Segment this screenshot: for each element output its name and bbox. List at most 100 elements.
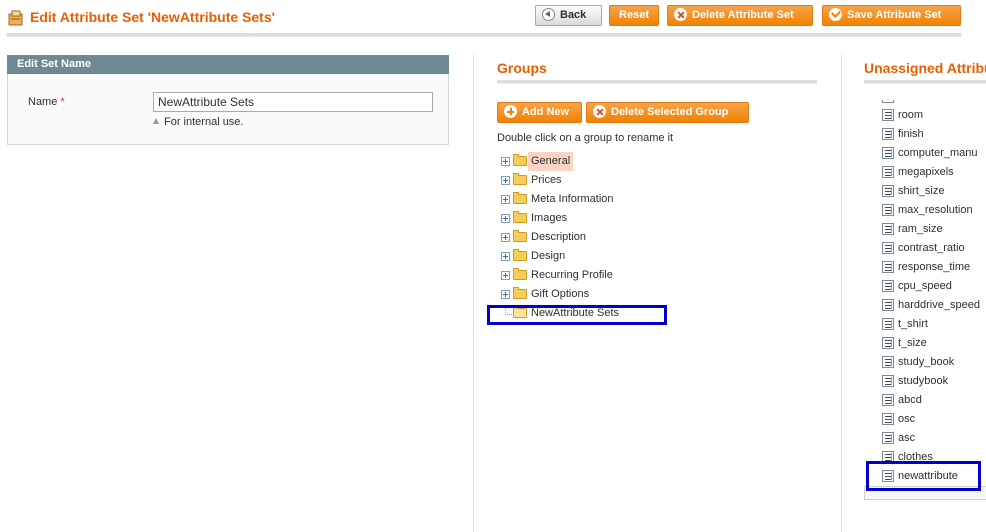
expand-icon[interactable] xyxy=(501,252,510,261)
attribute-set-icon xyxy=(8,10,24,26)
folder-icon xyxy=(513,268,527,280)
save-attribute-set-button[interactable]: Save Attribute Set xyxy=(822,5,961,26)
attribute-icon xyxy=(882,147,894,159)
attribute-item[interactable]: asc xyxy=(880,429,986,448)
highlight-box-new-group xyxy=(487,305,667,325)
attribute-item[interactable]: study_book xyxy=(880,353,986,372)
folder-icon xyxy=(513,192,527,204)
delete-selected-group-button[interactable]: Delete Selected Group xyxy=(586,102,749,123)
tree-node-label: Gift Options xyxy=(531,288,590,300)
expand-icon[interactable] xyxy=(501,214,510,223)
attribute-label: t_size xyxy=(898,337,927,349)
attribute-icon xyxy=(882,223,894,235)
attribute-label: cpu_speed xyxy=(898,280,952,292)
folder-icon xyxy=(513,173,527,185)
attribute-item[interactable]: megapixels xyxy=(880,163,986,182)
attribute-item[interactable]: cpu_speed xyxy=(880,277,986,296)
attribute-icon xyxy=(882,432,894,444)
tree-node-label: Meta Information xyxy=(531,193,614,205)
expand-icon[interactable] xyxy=(501,157,510,166)
delete-attribute-set-button[interactable]: Delete Attribute Set xyxy=(667,5,813,26)
save-button-label: Save Attribute Set xyxy=(847,9,942,21)
attribute-icon xyxy=(882,280,894,292)
attribute-item[interactable]: ram_size xyxy=(880,220,986,239)
attribute-label: osc xyxy=(898,413,916,425)
groups-hint: Double click on a group to rename it xyxy=(497,132,674,144)
folder-icon xyxy=(513,249,527,261)
attribute-item[interactable]: shirt_size xyxy=(880,182,986,201)
attribute-label: response_time xyxy=(898,261,971,273)
attribute-icon xyxy=(882,413,894,425)
attribute-icon xyxy=(882,394,894,406)
highlight-box-new-attribute xyxy=(866,461,981,491)
folder-icon xyxy=(513,211,527,223)
tree-node-label: Design xyxy=(531,250,566,262)
attribute-icon xyxy=(882,356,894,368)
attribute-label: harddrive_speed xyxy=(898,299,980,311)
attribute-item[interactable]: harddrive_speed xyxy=(880,296,986,315)
clipped-attribute-icon xyxy=(882,100,894,103)
attribute-icon xyxy=(882,166,894,178)
column-divider-left xyxy=(473,55,474,532)
reset-button[interactable]: Reset xyxy=(609,5,659,26)
attribute-item[interactable]: finish xyxy=(880,125,986,144)
delete-group-icon xyxy=(593,105,606,118)
attribute-item[interactable]: contrast_ratio xyxy=(880,239,986,258)
folder-icon xyxy=(513,154,527,166)
attribute-icon xyxy=(882,204,894,216)
folder-icon xyxy=(513,287,527,299)
column-divider-right xyxy=(841,55,842,532)
attribute-icon xyxy=(882,261,894,273)
attribute-item[interactable]: response_time xyxy=(880,258,986,277)
note-text: For internal use. xyxy=(164,116,244,128)
attribute-icon xyxy=(882,375,894,387)
attribute-icon xyxy=(882,185,894,197)
attribute-item[interactable]: max_resolution xyxy=(880,201,986,220)
attribute-label: t_shirt xyxy=(898,318,928,330)
attribute-item[interactable]: computer_manu xyxy=(880,144,986,163)
folder-icon xyxy=(513,230,527,242)
attribute-item[interactable]: t_size xyxy=(880,334,986,353)
delete-icon xyxy=(674,8,687,21)
attribute-item[interactable]: room xyxy=(880,106,986,125)
attribute-set-name-input[interactable] xyxy=(153,92,433,112)
edit-set-heading: Edit Set Name xyxy=(7,55,449,74)
attribute-label: contrast_ratio xyxy=(898,242,965,254)
back-button[interactable]: Back xyxy=(535,5,602,26)
attribute-label: ram_size xyxy=(898,223,943,235)
name-note: For internal use. xyxy=(153,116,243,128)
attribute-icon xyxy=(882,318,894,330)
plus-icon xyxy=(504,105,517,118)
expand-icon[interactable] xyxy=(501,176,510,185)
attribute-label: finish xyxy=(898,128,924,140)
attribute-item[interactable]: abcd xyxy=(880,391,986,410)
attribute-label: computer_manu xyxy=(898,147,978,159)
expand-icon[interactable] xyxy=(501,271,510,280)
tree-node-label: Images xyxy=(531,212,568,224)
save-check-icon xyxy=(829,8,842,21)
attribute-label: max_resolution xyxy=(898,204,973,216)
attribute-label: study_book xyxy=(898,356,955,368)
delete-group-label: Delete Selected Group xyxy=(611,106,729,118)
attribute-label: abcd xyxy=(898,394,922,406)
note-arrow-icon xyxy=(153,118,159,124)
tree-node-label: General xyxy=(528,152,574,171)
add-group-label: Add New xyxy=(522,106,570,118)
add-group-button[interactable]: Add New xyxy=(497,102,582,123)
attribute-item[interactable]: studybook xyxy=(880,372,986,391)
tree-node-label: Prices xyxy=(531,174,562,186)
delete-button-label: Delete Attribute Set xyxy=(692,9,794,21)
attribute-icon xyxy=(882,337,894,349)
header-divider xyxy=(7,33,961,37)
attribute-label: studybook xyxy=(898,375,949,387)
attribute-icon xyxy=(882,109,894,121)
expand-icon[interactable] xyxy=(501,195,510,204)
attribute-item[interactable]: osc xyxy=(880,410,986,429)
attribute-icon xyxy=(882,128,894,140)
name-label: Name * xyxy=(28,96,65,108)
expand-icon[interactable] xyxy=(501,290,510,299)
unassigned-heading: Unassigned Attribu xyxy=(864,60,986,76)
attribute-item[interactable]: t_shirt xyxy=(880,315,986,334)
expand-icon[interactable] xyxy=(501,233,510,242)
attribute-label: shirt_size xyxy=(898,185,945,197)
